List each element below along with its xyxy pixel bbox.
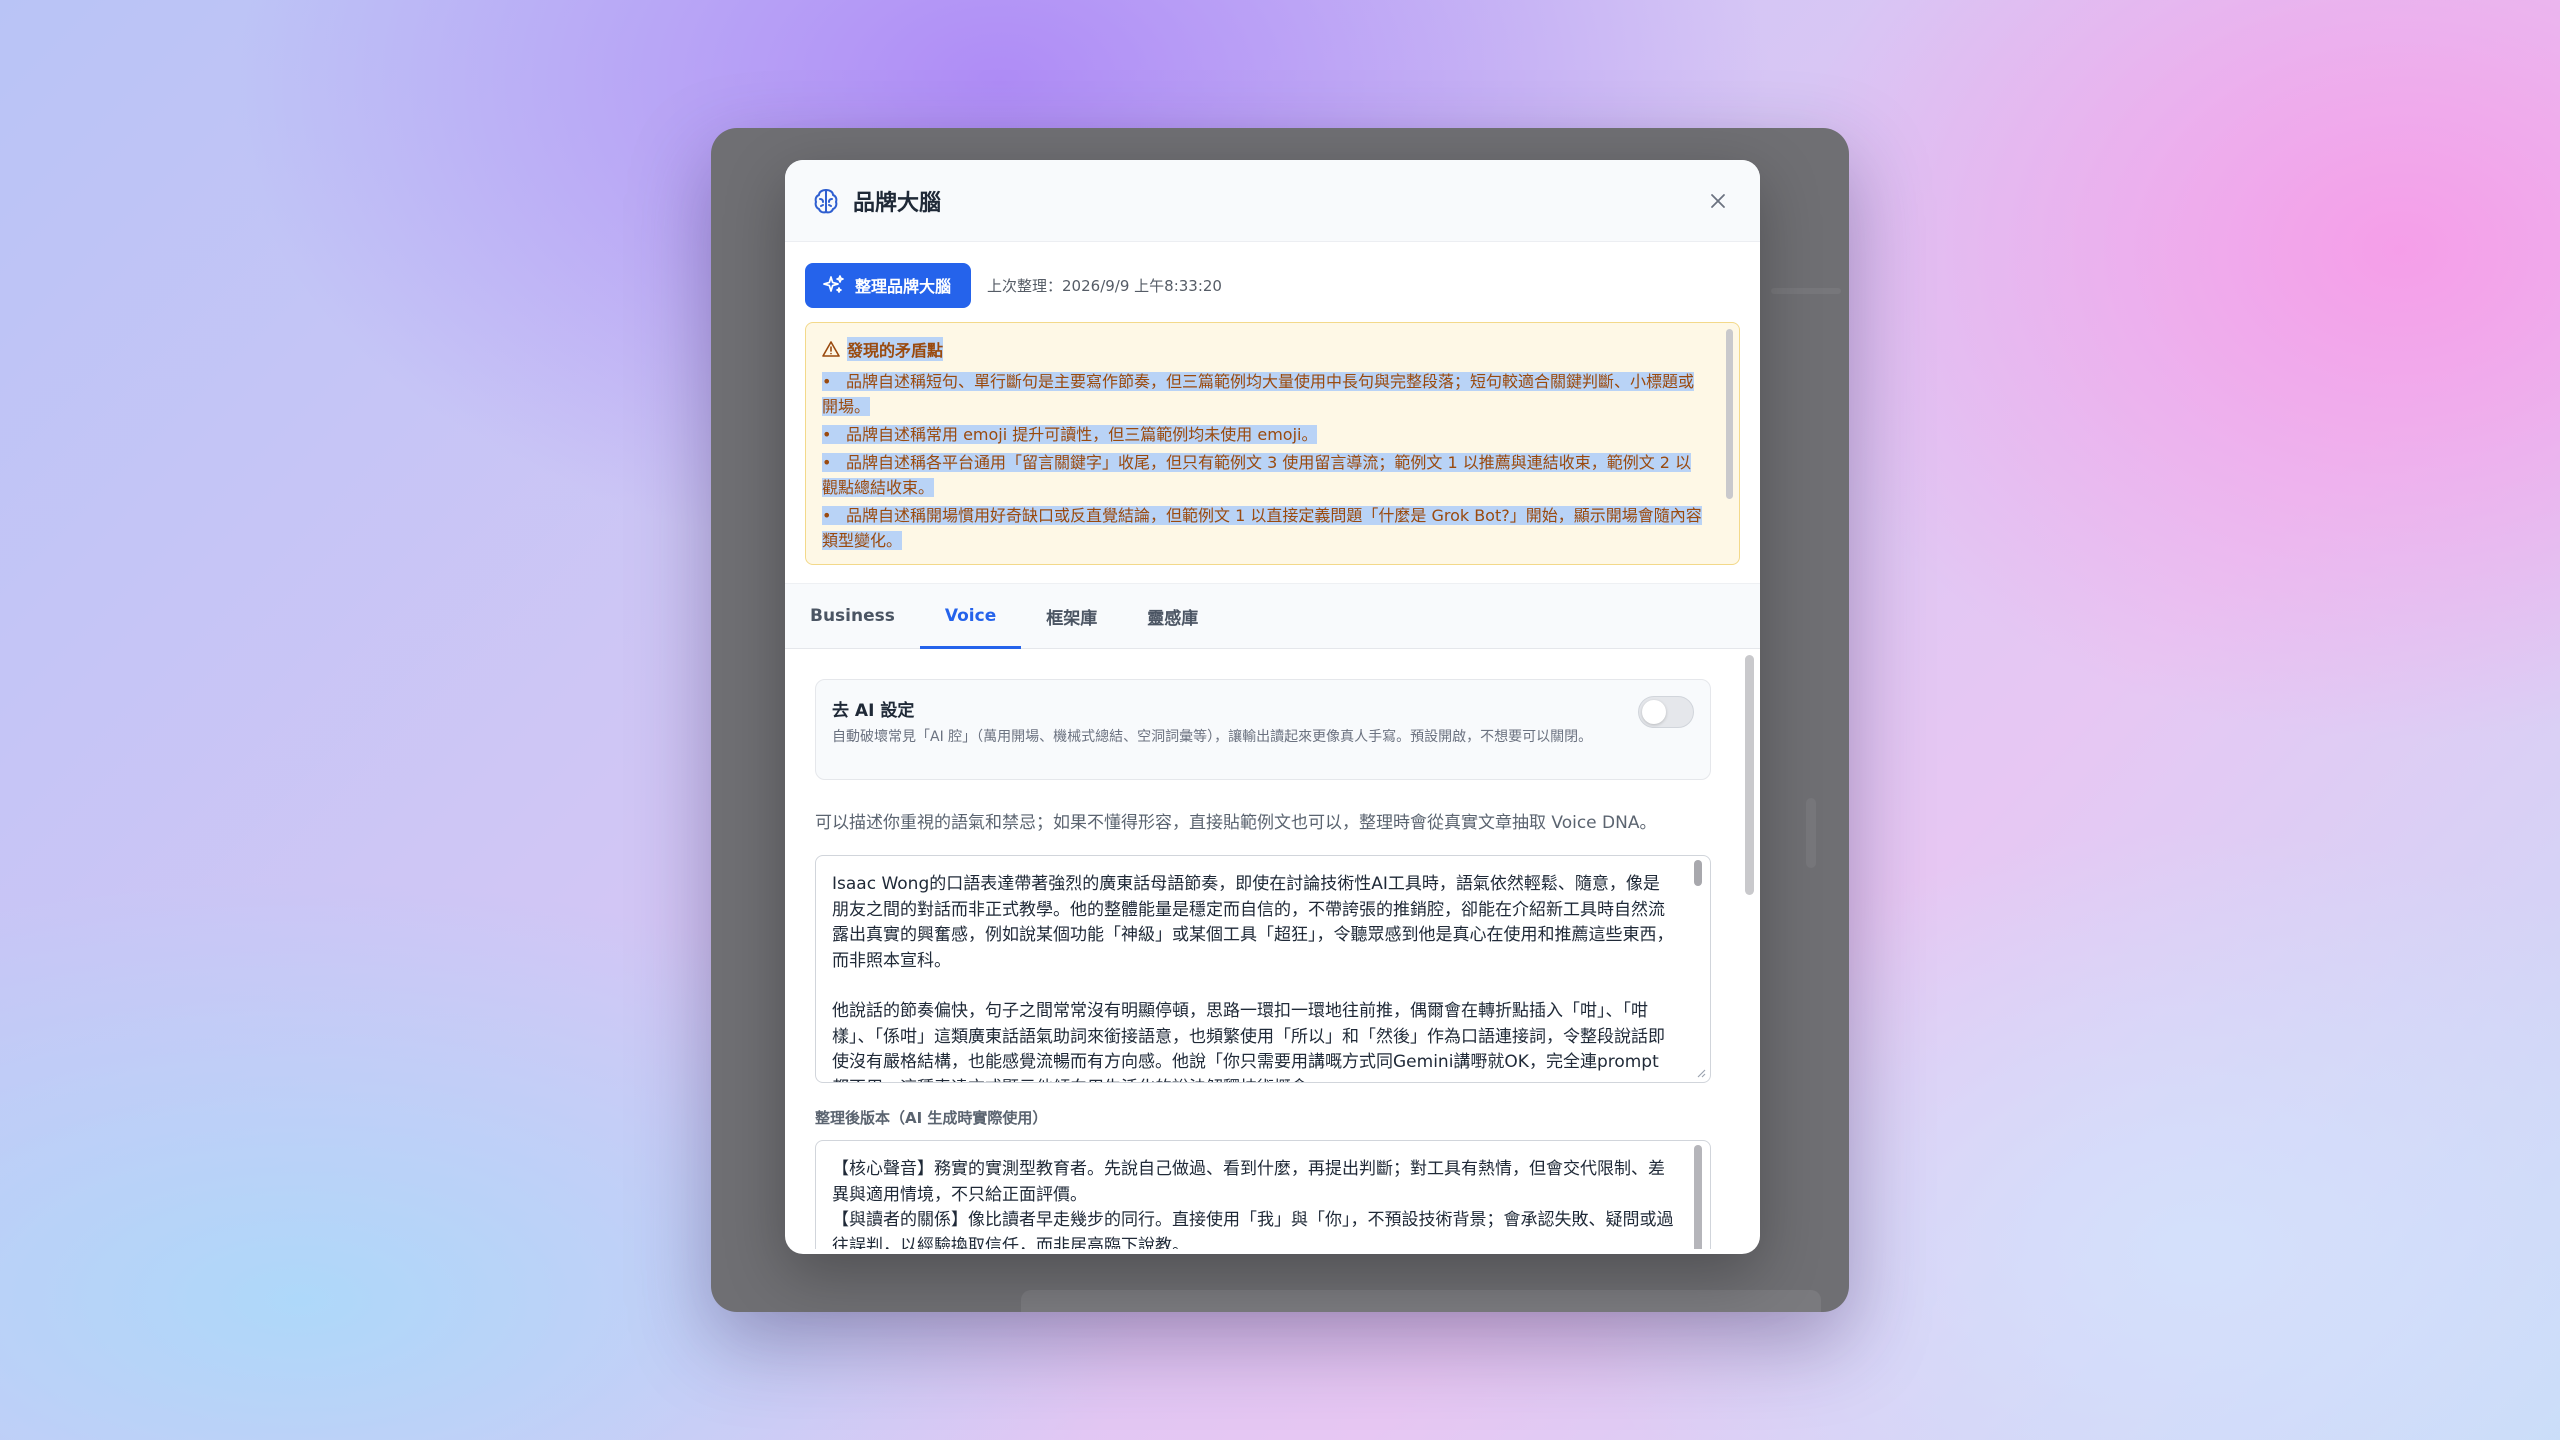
processed-version-label: 整理後版本（AI 生成時實際使用）: [815, 1109, 1048, 1127]
conflicts-scrollbar[interactable]: [1726, 329, 1733, 499]
de-ai-description: 自動破壞常見「AI 腔」（萬用開場、機械式總結、空洞詞彙等），讓輸出讀起來更像真…: [832, 729, 1593, 745]
tab-voice[interactable]: Voice: [919, 584, 1022, 649]
brand-brain-modal: 品牌大腦 整理品牌大腦 上次整理：2026/9/9 上午8:33:20 發現的矛…: [785, 160, 1760, 1254]
de-ai-title: 去 AI 設定: [832, 701, 915, 721]
conflicts-list: • 品牌自述稱短句、單行斷句是主要寫作節奏，但三篇範例均大量使用中長句與完整段落；…: [822, 369, 1705, 553]
brain-icon: [811, 186, 841, 216]
conflict-item: • 品牌自述稱各平台通用「留言關鍵字」收尾，但只有範例文 3 使用留言導流；範例文…: [822, 453, 1692, 497]
conflict-item: • 品牌自述稱開場慣用好奇缺口或反直覺結論，但範例文 1 以直接定義問題「什麼是 …: [822, 506, 1702, 550]
conflict-item: • 品牌自述稱常用 emoji 提升可讀性，但三篇範例均未使用 emoji。: [822, 425, 1318, 444]
organize-brand-brain-button[interactable]: 整理品牌大腦: [805, 262, 972, 308]
processed-textarea-scrollbar[interactable]: [1694, 1145, 1702, 1249]
modal-title: 品牌大腦: [853, 190, 942, 216]
last-updated-text: 上次整理：2026/9/9 上午8:33:20: [987, 276, 1222, 295]
background-divider: [1771, 288, 1841, 294]
background-input-bar: [1021, 1290, 1821, 1312]
processed-voice-text: 【核心聲音】務實的實測型教育者。先說自己做過、看到什麼，再提出判斷；對工具有熱情…: [832, 1159, 1674, 1249]
close-button[interactable]: [1700, 183, 1736, 219]
processed-voice-textarea[interactable]: 【核心聲音】務實的實測型教育者。先說自己做過、看到什麼，再提出判斷；對工具有熱情…: [815, 1140, 1711, 1249]
conflicts-title: 發現的矛盾點: [847, 337, 944, 361]
content-scrollbar[interactable]: [1745, 655, 1754, 895]
tab-bar: Business Voice 框架庫 靈感庫: [785, 583, 1760, 649]
de-ai-setting-card: 去 AI 設定 自動破壞常見「AI 腔」（萬用開場、機械式總結、空洞詞彙等），讓…: [815, 679, 1711, 780]
de-ai-toggle[interactable]: [1638, 696, 1694, 728]
resize-handle-icon[interactable]: [1694, 1066, 1706, 1078]
warning-icon: [822, 340, 840, 358]
textarea-scrollbar[interactable]: [1694, 860, 1702, 886]
tab-framework-library[interactable]: 框架庫: [1021, 584, 1122, 648]
background-scrollbar: [1806, 798, 1816, 868]
close-icon: [1711, 193, 1725, 208]
conflicts-panel[interactable]: 發現的矛盾點 • 品牌自述稱短句、單行斷句是主要寫作節奏，但三篇範例均大量使用中長…: [805, 322, 1740, 565]
toggle-knob: [1642, 700, 1666, 724]
sparkle-icon: [823, 274, 845, 296]
voice-paragraph: 他說話的節奏偏快，句子之間常常沒有明顯停頓，思路一環扣一環地往前推，偶爾會在轉折…: [832, 1001, 1665, 1082]
voice-paragraph: Isaac Wong的口語表達帶著強烈的廣東話母語節奏，即使在討論技術性AI工具…: [832, 874, 1674, 971]
conflicts-header: 發現的矛盾點: [822, 337, 1705, 361]
conflict-item: • 品牌自述稱短句、單行斷句是主要寫作節奏，但三篇範例均大量使用中長句與完整段落；…: [822, 372, 1695, 416]
organize-button-label: 整理品牌大腦: [855, 277, 952, 296]
tab-business[interactable]: Business: [785, 584, 920, 648]
modal-header: 品牌大腦: [785, 160, 1760, 242]
voice-description-textarea[interactable]: Isaac Wong的口語表達帶著強烈的廣東話母語節奏，即使在討論技術性AI工具…: [815, 855, 1711, 1083]
toolbar: 整理品牌大腦 上次整理：2026/9/9 上午8:33:20: [785, 242, 1760, 308]
tab-inspiration-library[interactable]: 靈感庫: [1122, 584, 1223, 648]
voice-tab-content[interactable]: 去 AI 設定 自動破壞常見「AI 腔」（萬用開場、機械式總結、空洞詞彙等），讓…: [785, 649, 1760, 1249]
voice-hint: 可以描述你重視的語氣和禁忌；如果不懂得形容，直接貼範例文也可以，整理時會從真實文…: [815, 813, 1657, 833]
